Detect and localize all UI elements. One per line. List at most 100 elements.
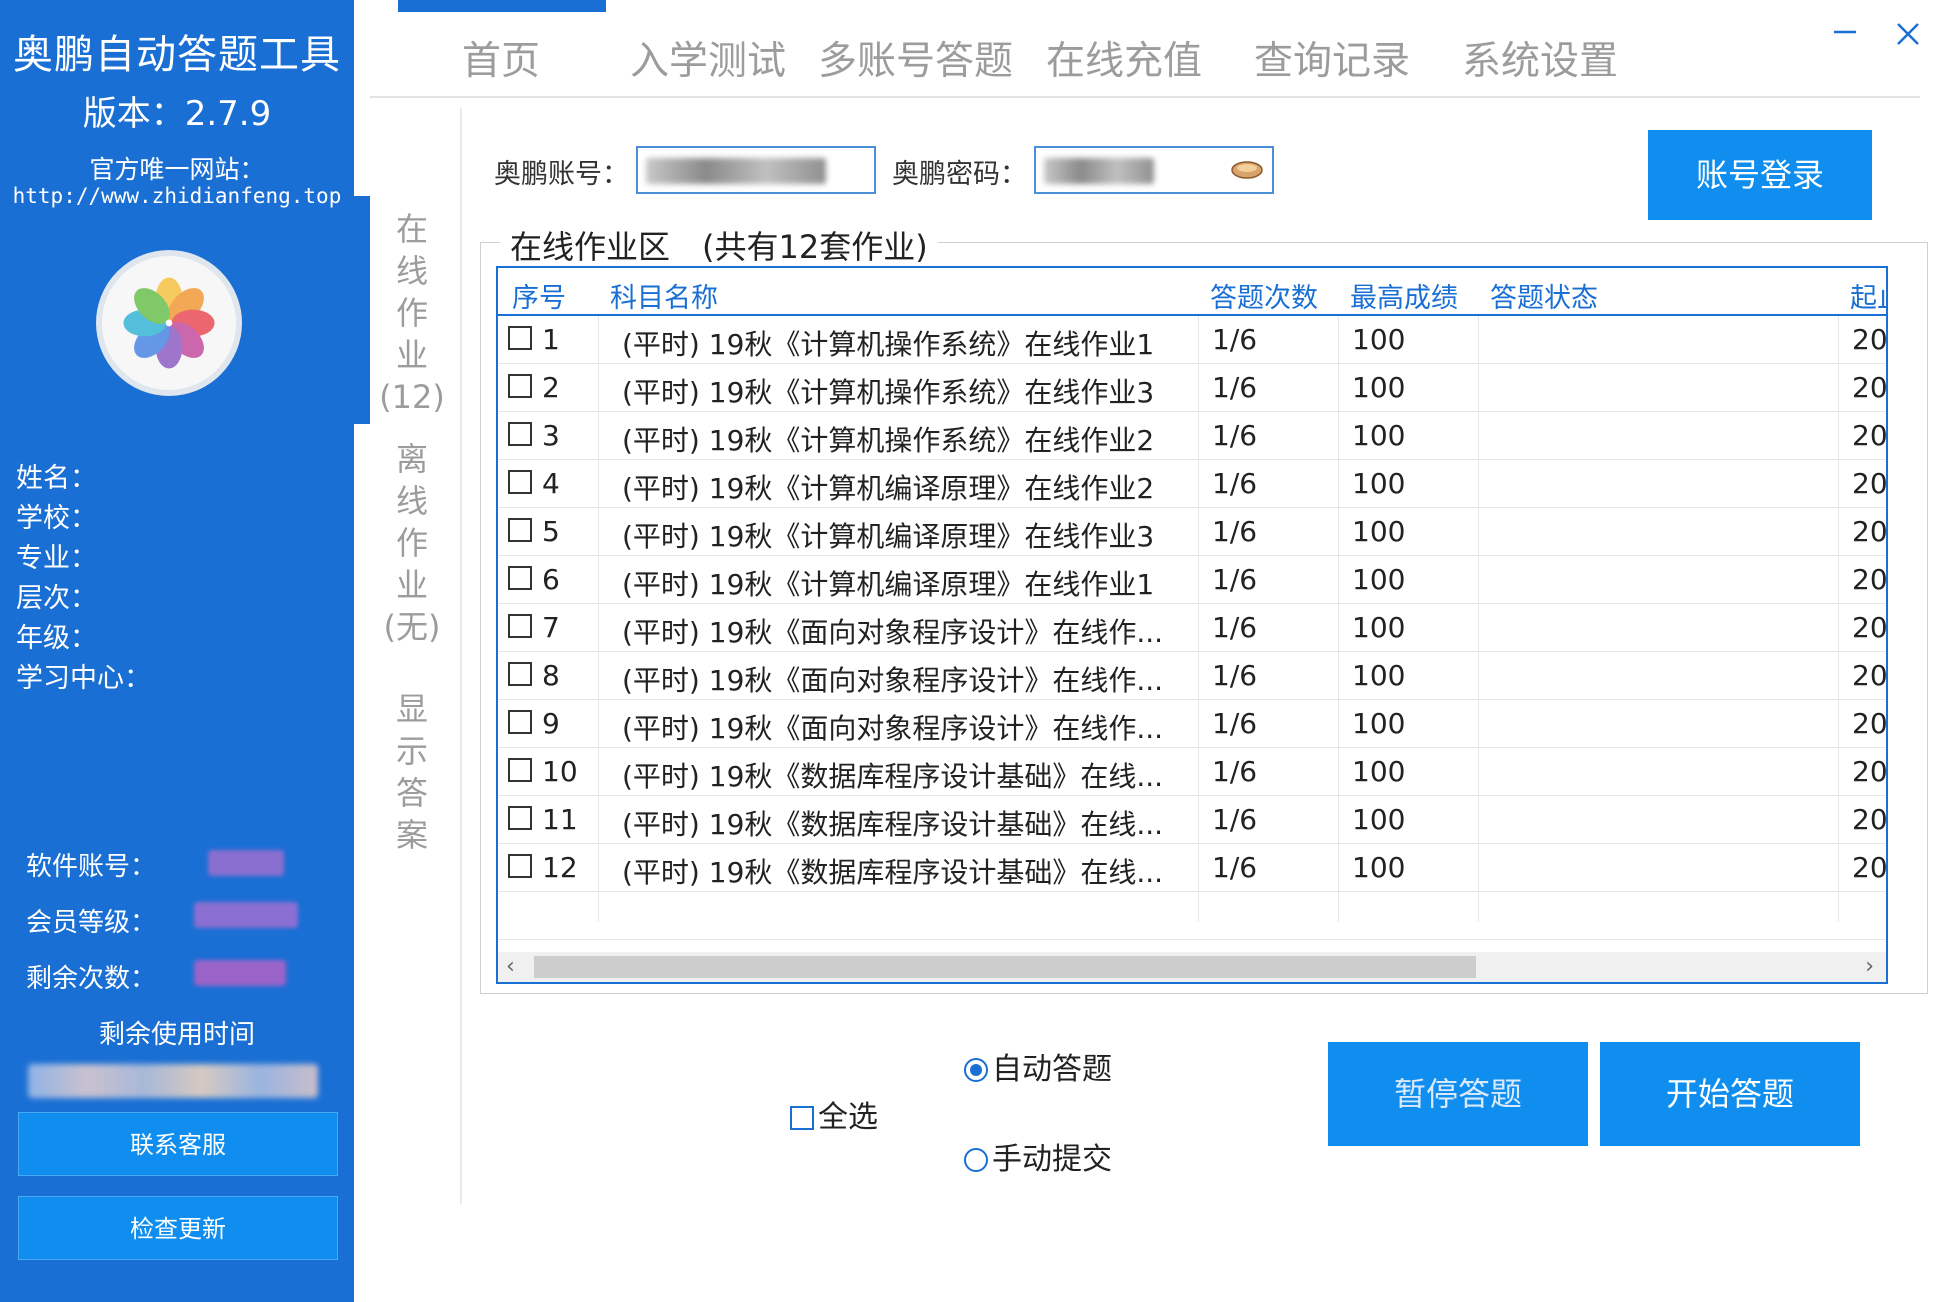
- radio-unselected-icon[interactable]: [964, 1148, 988, 1172]
- password-value-masked: [1044, 158, 1154, 184]
- software-account-label: 软件账号：: [26, 852, 157, 882]
- remaining-count-label: 剩余次数：: [26, 964, 157, 994]
- level-label: 层次：: [16, 583, 97, 614]
- row-checkbox[interactable]: [508, 854, 532, 878]
- table-row[interactable]: 10 (平时) 19秋《数据库程序设计基础》在线... 1/6 100 20: [498, 748, 1886, 796]
- site-label: 官方唯一网站：: [89, 155, 265, 184]
- col-header-status[interactable]: 答题状态: [1490, 276, 1598, 315]
- nav-item-recharge[interactable]: 在线充值: [1046, 30, 1202, 86]
- scroll-left-icon[interactable]: ‹: [506, 954, 515, 979]
- horizontal-scrollbar[interactable]: ‹ ›: [498, 952, 1886, 982]
- table-row[interactable]: 9 (平时) 19秋《面向对象程序设计》在线作... 1/6 100 20: [498, 700, 1886, 748]
- row-subject: (平时) 19秋《数据库程序设计基础》在线...: [622, 856, 1164, 889]
- row-score: 100: [1352, 659, 1406, 692]
- show-password-icon[interactable]: [1230, 158, 1264, 182]
- radio-selected-icon[interactable]: [964, 1058, 988, 1082]
- start-answering-button[interactable]: 开始答题: [1600, 1042, 1860, 1146]
- row-score: 100: [1352, 371, 1406, 404]
- nav-item-entrance-test[interactable]: 入学测试: [630, 30, 786, 86]
- col-header-best-score[interactable]: 最高成绩: [1350, 276, 1458, 315]
- row-score: 100: [1352, 515, 1406, 548]
- row-checkbox[interactable]: [508, 518, 532, 542]
- row-no: 2: [542, 371, 560, 404]
- table-row-empty: [498, 892, 1886, 940]
- table-row[interactable]: 12 (平时) 19秋《数据库程序设计基础》在线... 1/6 100 20: [498, 844, 1886, 892]
- row-checkbox[interactable]: [508, 422, 532, 446]
- row-checkbox[interactable]: [508, 806, 532, 830]
- row-attempts: 1/6: [1212, 755, 1258, 788]
- col-header-attempts[interactable]: 答题次数: [1210, 276, 1318, 315]
- row-subject: (平时) 19秋《计算机编译原理》在线作业3: [622, 520, 1155, 553]
- row-checkbox[interactable]: [508, 758, 532, 782]
- row-attempts: 1/6: [1212, 659, 1258, 692]
- col-header-start[interactable]: 起止: [1850, 276, 1886, 315]
- account-input[interactable]: [636, 146, 876, 194]
- minimize-icon[interactable]: [1826, 14, 1866, 54]
- row-checkbox[interactable]: [508, 470, 532, 494]
- row-start: 20: [1852, 371, 1888, 404]
- row-subject: (平时) 19秋《计算机操作系统》在线作业3: [622, 376, 1155, 409]
- row-subject: (平时) 19秋《面向对象程序设计》在线作...: [622, 616, 1164, 649]
- row-checkbox[interactable]: [508, 662, 532, 686]
- close-icon[interactable]: [1888, 14, 1928, 54]
- top-nav: 首页 入学测试 多账号答题 在线充值 查询记录 系统设置: [354, 22, 1942, 102]
- manual-submit-radio[interactable]: 手动提交: [964, 1134, 1112, 1178]
- tab-count: (12): [379, 378, 445, 416]
- check-update-button[interactable]: 检查更新: [18, 1196, 338, 1260]
- table-row[interactable]: 8 (平时) 19秋《面向对象程序设计》在线作... 1/6 100 20: [498, 652, 1886, 700]
- row-start: 20: [1852, 803, 1888, 836]
- row-attempts: 1/6: [1212, 803, 1258, 836]
- row-no: 10: [542, 755, 578, 788]
- nav-item-settings[interactable]: 系统设置: [1462, 30, 1618, 86]
- contact-support-button[interactable]: 联系客服: [18, 1112, 338, 1176]
- password-input[interactable]: [1034, 146, 1274, 194]
- row-subject: (平时) 19秋《计算机编译原理》在线作业1: [622, 568, 1155, 601]
- row-subject: (平时) 19秋《数据库程序设计基础》在线...: [622, 760, 1164, 793]
- tab-char: 业: [395, 336, 428, 374]
- checkbox-box[interactable]: [790, 1106, 814, 1130]
- table-row[interactable]: 6 (平时) 19秋《计算机编译原理》在线作业1 1/6 100 20: [498, 556, 1886, 604]
- row-no: 3: [542, 419, 560, 452]
- table-row[interactable]: 4 (平时) 19秋《计算机编译原理》在线作业2 1/6 100 20: [498, 460, 1886, 508]
- col-header-no[interactable]: 序号: [512, 276, 566, 315]
- nav-item-multi-account[interactable]: 多账号答题: [818, 30, 1013, 86]
- scroll-right-icon[interactable]: ›: [1865, 954, 1874, 979]
- row-attempts: 1/6: [1212, 467, 1258, 500]
- login-button[interactable]: 账号登录: [1648, 130, 1872, 220]
- vtab-divider: [460, 108, 462, 1204]
- table-row[interactable]: 7 (平时) 19秋《面向对象程序设计》在线作... 1/6 100 20: [498, 604, 1886, 652]
- tab-char: 在: [395, 210, 428, 248]
- nav-divider: [370, 96, 1920, 98]
- row-start: 20: [1852, 707, 1888, 740]
- auto-answer-radio[interactable]: 自动答题: [964, 1044, 1112, 1088]
- row-attempts: 1/6: [1212, 515, 1258, 548]
- row-checkbox[interactable]: [508, 566, 532, 590]
- row-checkbox[interactable]: [508, 614, 532, 638]
- tab-char: 离: [395, 440, 428, 478]
- col-header-subject[interactable]: 科目名称: [610, 276, 718, 315]
- pause-answering-button[interactable]: 暂停答题: [1328, 1042, 1588, 1146]
- nav-item-records[interactable]: 查询记录: [1254, 30, 1410, 86]
- site-url[interactable]: http://www.zhidianfeng.top: [0, 184, 354, 208]
- row-start: 20: [1852, 755, 1888, 788]
- tab-char: 案: [395, 816, 428, 854]
- table-row[interactable]: 1 (平时) 19秋《计算机操作系统》在线作业1 1/6 100 20: [498, 316, 1886, 364]
- tab-offline-homework[interactable]: 离 线 作 业 (无): [372, 438, 452, 648]
- row-checkbox[interactable]: [508, 374, 532, 398]
- scroll-thumb[interactable]: [534, 956, 1476, 978]
- table-row[interactable]: 2 (平时) 19秋《计算机操作系统》在线作业3 1/6 100 20: [498, 364, 1886, 412]
- select-all-checkbox[interactable]: 全选: [790, 1092, 878, 1136]
- row-subject: (平时) 19秋《面向对象程序设计》在线作...: [622, 664, 1164, 697]
- row-no: 5: [542, 515, 560, 548]
- table-row[interactable]: 11 (平时) 19秋《数据库程序设计基础》在线... 1/6 100 20: [498, 796, 1886, 844]
- tab-online-homework[interactable]: 在 线 作 业 (12): [372, 208, 452, 418]
- table-row[interactable]: 3 (平时) 19秋《计算机操作系统》在线作业2 1/6 100 20: [498, 412, 1886, 460]
- table-row[interactable]: 5 (平时) 19秋《计算机编译原理》在线作业3 1/6 100 20: [498, 508, 1886, 556]
- tab-char: 显: [395, 690, 428, 728]
- row-start: 20: [1852, 467, 1888, 500]
- tab-show-answers[interactable]: 显 示 答 案: [372, 688, 452, 856]
- row-checkbox[interactable]: [508, 326, 532, 350]
- nav-item-home[interactable]: 首页: [462, 30, 540, 86]
- row-checkbox[interactable]: [508, 710, 532, 734]
- version-label: 版本：2.7.9: [82, 94, 272, 134]
